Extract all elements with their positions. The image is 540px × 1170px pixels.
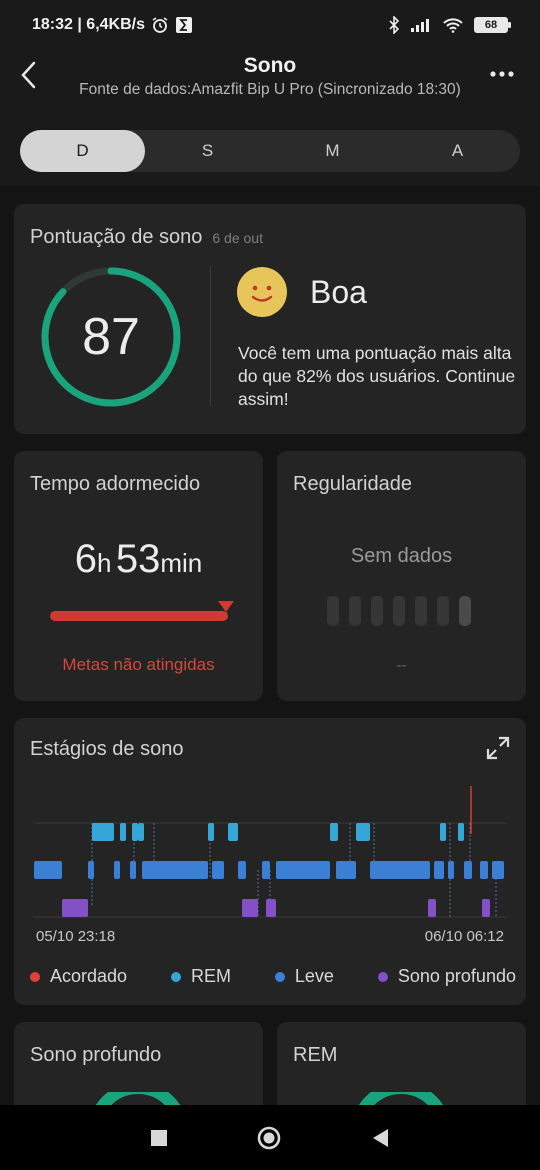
- stages-start-time: 05/10 23:18: [36, 928, 116, 945]
- sleep-score-value: 87: [82, 308, 140, 366]
- legend-light: Leve: [274, 966, 334, 987]
- placeholder-bar: [371, 596, 383, 626]
- legend-dot-awake: [30, 971, 40, 982]
- tab-day[interactable]: D: [20, 130, 145, 172]
- placeholder-bar: [437, 596, 449, 626]
- signal-icon: [410, 17, 432, 33]
- page-title: Sono: [243, 54, 297, 77]
- recent-apps-icon[interactable]: [146, 1125, 172, 1151]
- system-navigation-bar: [0, 1105, 540, 1170]
- placeholder-bar: [327, 596, 339, 626]
- data-source-subtitle: Fonte de dados:Amazfit Bip U Pro (Sincro…: [79, 81, 461, 98]
- rem-title: REM: [293, 1044, 338, 1066]
- regularity-placeholder-bars: [327, 596, 471, 626]
- legend-dot-light: [274, 971, 285, 982]
- legend-awake: Acordado: [30, 966, 127, 987]
- sleep-stages-title: Estágios de sono: [30, 738, 184, 760]
- smiley-icon: [237, 267, 287, 317]
- sleep-score-description: Você tem uma pontuação mais alta do que …: [238, 343, 516, 409]
- sleep-score-date: 6 de out: [212, 230, 263, 246]
- placeholder-bar: [393, 596, 405, 626]
- more-dots-icon: [490, 71, 514, 77]
- stages-end-time: 06/10 06:12: [424, 928, 504, 945]
- stages-legend: Acordado REM Leve Sono profundo: [30, 966, 516, 987]
- goal-marker-icon: [218, 601, 234, 612]
- home-icon[interactable]: [256, 1125, 282, 1151]
- alarm-icon: [151, 16, 169, 34]
- back-nav-icon[interactable]: [368, 1125, 394, 1151]
- sleep-stages-card[interactable]: Estágios de sono 05/10 23:18 06/10 06:12…: [14, 718, 526, 1005]
- placeholder-bar: [459, 596, 471, 626]
- sleep-goal-bar: [50, 611, 228, 621]
- score-divider: [210, 266, 211, 406]
- sleep-score-title: Pontuação de sono 6 de out: [30, 226, 263, 249]
- regularity-card[interactable]: Regularidade Sem dados --: [277, 451, 526, 701]
- legend-dot-deep: [377, 971, 388, 982]
- tab-year[interactable]: A: [395, 130, 520, 172]
- time-asleep-title: Tempo adormecido: [30, 473, 201, 495]
- time-minutes: 53: [115, 537, 161, 581]
- legend-deep: Sono profundo: [377, 966, 516, 987]
- tab-month[interactable]: M: [270, 130, 395, 172]
- placeholder-bar: [415, 596, 427, 626]
- regularity-no-data: Sem dados: [350, 545, 453, 567]
- legend-label-deep: Sono profundo: [397, 966, 516, 986]
- sleep-score-card[interactable]: Pontuação de sono 6 de out 87 Boa Você te…: [14, 204, 526, 434]
- placeholder-bar: [349, 596, 361, 626]
- time-hours: 6: [74, 537, 97, 581]
- legend-dot-rem: [170, 971, 181, 982]
- time-asleep-value: 6h 53min: [14, 537, 263, 582]
- sigma-app-icon: [175, 16, 193, 34]
- regularity-placeholder-value: --: [396, 657, 407, 674]
- status-bar: 18:32 | 6,4KB/s 68: [0, 0, 540, 50]
- time-minutes-unit: min: [160, 548, 203, 578]
- time-asleep-card[interactable]: Tempo adormecido 6h 53min Metas não atin…: [14, 451, 263, 701]
- page-header: Sono Fonte de dados:Amazfit Bip U Pro (S…: [0, 50, 540, 120]
- deep-sleep-title: Sono profundo: [30, 1044, 162, 1066]
- legend-label-rem: REM: [190, 966, 231, 986]
- sleep-stages-chart: [34, 786, 506, 918]
- legend-rem: REM: [170, 966, 231, 987]
- tab-week[interactable]: S: [145, 130, 270, 172]
- time-hours-unit: h: [96, 548, 112, 578]
- period-tabs: D S M A: [20, 130, 520, 172]
- battery-icon: 68: [474, 17, 511, 33]
- bluetooth-icon: [388, 16, 400, 34]
- legend-label-light: Leve: [294, 966, 334, 986]
- sleep-rating: Boa: [310, 274, 367, 310]
- sleep-score-label: Pontuação de sono: [30, 226, 203, 248]
- status-time: 18:32 | 6,4KB/s: [32, 16, 145, 33]
- expand-icon[interactable]: [486, 736, 510, 760]
- legend-label-awake: Acordado: [50, 966, 128, 986]
- more-options-button[interactable]: [488, 62, 516, 82]
- goal-status: Metas não atingidas: [62, 655, 215, 674]
- regularity-title: Regularidade: [293, 473, 412, 495]
- wifi-icon: [442, 17, 464, 33]
